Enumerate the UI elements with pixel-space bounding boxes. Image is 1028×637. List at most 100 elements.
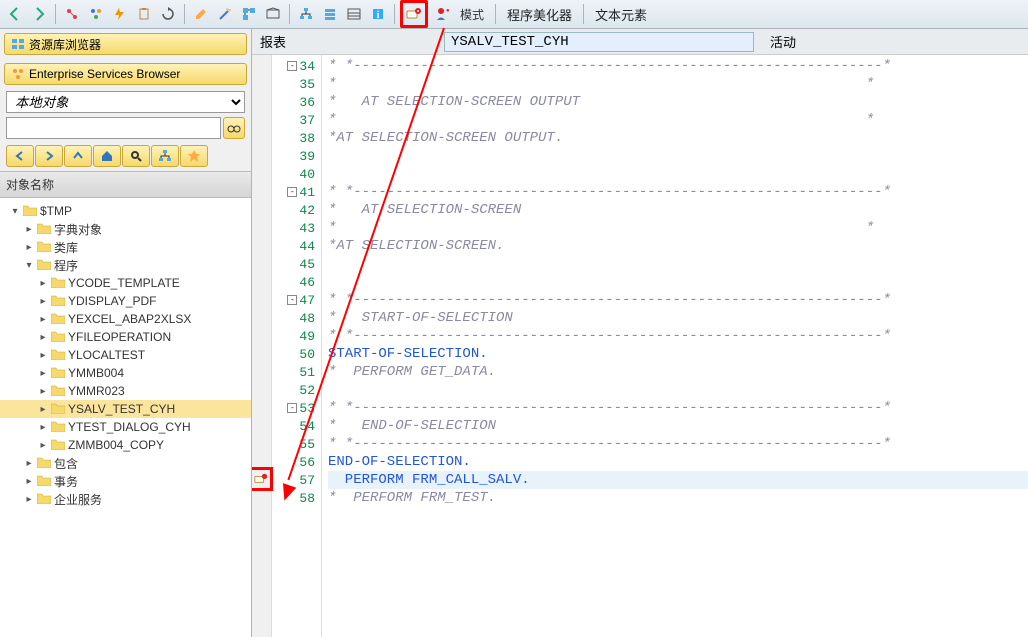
expand-icon[interactable]: ▾ [24,260,34,271]
wand-icon[interactable] [214,3,236,25]
program-name-field[interactable] [444,32,754,52]
expand-icon[interactable]: ▸ [24,242,34,253]
code-line[interactable]: * PERFORM FRM_TEST. [328,489,1028,507]
tool-icon-1[interactable] [61,3,83,25]
tree-node[interactable]: ▸YMMB004 [0,364,251,382]
fold-icon[interactable]: - [287,403,297,413]
info-icon[interactable]: i [367,3,389,25]
code-line[interactable]: * PERFORM GET_DATA. [328,363,1028,381]
text-elements-label[interactable]: 文本元素 [589,5,653,24]
code-line[interactable]: END-OF-SELECTION. [328,453,1028,471]
nav-tree-icon[interactable] [151,145,179,167]
code-line[interactable]: * *-------------------------------------… [328,183,1028,201]
expand-icon[interactable]: ▸ [38,440,48,451]
code-line[interactable]: * END-OF-SELECTION [328,417,1028,435]
code-line[interactable] [328,165,1028,183]
code-line[interactable]: * AT SELECTION-SCREEN OUTPUT [328,93,1028,111]
expand-icon[interactable]: ▸ [24,458,34,469]
code-line[interactable] [328,381,1028,399]
esb-button[interactable]: Enterprise Services Browser [4,63,247,85]
nav-forward-icon[interactable] [35,145,63,167]
tree-node[interactable]: ▸YCODE_TEMPLATE [0,274,251,292]
code-line[interactable]: * *-------------------------------------… [328,291,1028,309]
tree-node[interactable]: ▸事务 [0,472,251,490]
expand-icon[interactable]: ▸ [24,476,34,487]
list-icon[interactable] [343,3,365,25]
expand-icon[interactable]: ▸ [24,224,34,235]
repository-browser-button[interactable]: 资源库浏览器 [4,33,247,55]
tree-node[interactable]: ▸YMMR023 [0,382,251,400]
nav-up-icon[interactable] [64,145,92,167]
nav-favorite-icon[interactable] [180,145,208,167]
code-line[interactable]: * *-------------------------------------… [328,399,1028,417]
code-line[interactable]: START-OF-SELECTION. [328,345,1028,363]
code-line[interactable] [328,255,1028,273]
tree-node[interactable]: ▸ZMMB004_COPY [0,436,251,454]
expand-icon[interactable]: ▸ [38,332,48,343]
hierarchy-icon[interactable] [295,3,317,25]
beautifier-label[interactable]: 程序美化器 [501,5,578,24]
code-editor[interactable]: -34353637383940-414243444546-47484950515… [252,55,1028,637]
tree-node[interactable]: ▸企业服务 [0,490,251,508]
code-line[interactable]: * * [328,111,1028,129]
code-area[interactable]: * *-------------------------------------… [322,55,1028,637]
mode-label[interactable]: 模式 [454,6,490,23]
code-line[interactable]: * *-------------------------------------… [328,327,1028,345]
breakpoint-set-icon[interactable] [400,0,428,28]
activate-icon[interactable] [109,3,131,25]
refresh-icon[interactable] [157,3,179,25]
expand-icon[interactable]: ▸ [38,368,48,379]
expand-icon[interactable]: ▾ [10,206,20,217]
tree-node[interactable]: ▸YFILEOPERATION [0,328,251,346]
clipboard-icon[interactable] [133,3,155,25]
tree-node[interactable]: ▸YLOCALTEST [0,346,251,364]
breakpoint-user-icon[interactable]: ● [430,3,452,25]
code-line[interactable]: * START-OF-SELECTION [328,309,1028,327]
expand-icon[interactable]: ▸ [38,296,48,307]
tree-node[interactable]: ▸YEXCEL_ABAP2XLSX [0,310,251,328]
tree-node[interactable]: ▸类库 [0,238,251,256]
back-icon[interactable] [4,3,26,25]
expand-icon[interactable]: ▸ [38,404,48,415]
expand-icon[interactable]: ▸ [38,278,48,289]
object-search-input[interactable] [6,117,221,139]
expand-icon[interactable]: ▸ [24,494,34,505]
forward-icon[interactable] [28,3,50,25]
code-line[interactable]: *AT SELECTION-SCREEN OUTPUT. [328,129,1028,147]
expand-icon[interactable]: ▸ [38,422,48,433]
glasses-icon[interactable] [223,117,245,139]
nav-back-icon[interactable] [6,145,34,167]
tree-node[interactable]: ▸YDISPLAY_PDF [0,292,251,310]
code-line[interactable]: * * [328,219,1028,237]
code-line[interactable]: * *-------------------------------------… [328,435,1028,453]
fold-icon[interactable]: - [287,187,297,197]
tree-node[interactable]: ▸包含 [0,454,251,472]
folder-icon [51,367,65,379]
tool-icon-2[interactable] [85,3,107,25]
expand-icon[interactable]: ▸ [38,386,48,397]
stack-icon[interactable] [319,3,341,25]
nav-home-icon[interactable] [93,145,121,167]
display-icon[interactable] [262,3,284,25]
code-line[interactable]: *AT SELECTION-SCREEN. [328,237,1028,255]
breakpoint-marker-icon[interactable] [252,467,273,491]
tree-node[interactable]: ▸字典对象 [0,220,251,238]
expand-icon[interactable]: ▸ [38,314,48,325]
object-tree[interactable]: ▾$TMP▸字典对象▸类库▾程序▸YCODE_TEMPLATE▸YDISPLAY… [0,198,251,637]
code-line[interactable]: PERFORM FRM_CALL_SALV. [328,471,1028,489]
nav-find-icon[interactable] [122,145,150,167]
where-used-icon[interactable] [238,3,260,25]
fold-icon[interactable]: - [287,295,297,305]
tree-node[interactable]: ▸YTEST_DIALOG_CYH [0,418,251,436]
code-line[interactable]: * * [328,75,1028,93]
code-line[interactable]: * AT SELECTION-SCREEN [328,201,1028,219]
pen-icon[interactable] [190,3,212,25]
tree-node[interactable]: ▾$TMP [0,202,251,220]
tree-node[interactable]: ▾程序 [0,256,251,274]
fold-icon[interactable]: - [287,61,297,71]
code-line[interactable] [328,147,1028,165]
expand-icon[interactable]: ▸ [38,350,48,361]
code-line[interactable] [328,273,1028,291]
object-scope-select[interactable]: 本地对象 [6,91,245,113]
tree-node[interactable]: ▸YSALV_TEST_CYH [0,400,251,418]
